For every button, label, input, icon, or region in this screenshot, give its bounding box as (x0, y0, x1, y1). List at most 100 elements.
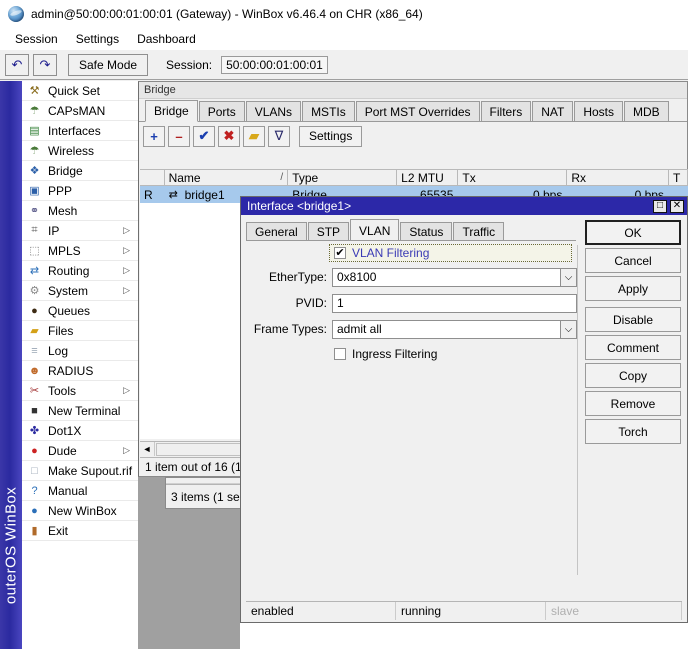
column-header-type[interactable]: Type (288, 170, 398, 185)
minus-icon[interactable]: – (168, 125, 190, 147)
sidebar-item-ip[interactable]: ⌗ IP ▷ (22, 221, 138, 241)
tab-port-mst-overrides[interactable]: Port MST Overrides (355, 101, 480, 121)
dialog-statusbar: enabled running slave (246, 601, 682, 620)
ethertype-dropdown-icon[interactable]: ⌵ (561, 267, 577, 287)
column-header-tx[interactable]: Tx (458, 170, 568, 185)
vlan-filtering-checkbox[interactable]: ✔ (334, 247, 346, 259)
tab-mstis[interactable]: MSTIs (302, 101, 355, 121)
menu-dashboard[interactable]: Dashboard (128, 30, 205, 48)
menu-session[interactable]: Session (6, 30, 67, 48)
tab-label: Filters (489, 104, 523, 119)
undo-arrow-icon[interactable]: ↶ (5, 53, 29, 76)
sidebar-item-dot1x[interactable]: ✤ Dot1X (22, 421, 138, 441)
dialog-tab-general[interactable]: General (246, 222, 307, 241)
frame-types-input[interactable]: admit all (332, 319, 561, 339)
plus-icon[interactable]: + (143, 125, 165, 147)
dialog-tab-label: Status (409, 225, 444, 239)
redo-arrow-icon[interactable]: ↷ (33, 53, 57, 76)
bridge-settings-button[interactable]: Settings (299, 125, 363, 147)
bridge-tabstrip: Bridge Ports VLANs MSTIs Port MST Overrides F… (139, 99, 687, 122)
sidebar-item-bridge[interactable]: ❖ Bridge (22, 161, 138, 181)
session-value-field[interactable]: 50:00:00:01:00:01 (221, 55, 328, 74)
sidebar-item-label: Dude (48, 443, 77, 458)
column-header-l2-mtu[interactable]: L2 MTU (397, 170, 459, 185)
dialog-tab-vlan[interactable]: VLAN (350, 219, 400, 241)
torch-button[interactable]: Torch (585, 419, 681, 444)
sidebar-item-queues[interactable]: ● Queues (22, 301, 138, 321)
tab-bridge[interactable]: Bridge (145, 100, 198, 122)
tab-ports[interactable]: Ports (198, 101, 245, 121)
sidebar-item-wireless[interactable]: ☂ Wireless (22, 141, 138, 161)
sidebar-item-mpls[interactable]: ⬚ MPLS ▷ (22, 241, 138, 261)
column-header-flags[interactable] (140, 170, 165, 185)
comment-folder-icon[interactable]: ▰ (243, 125, 265, 147)
sidebar-item-files[interactable]: ▰ Files (22, 321, 138, 341)
tab-mdb[interactable]: MDB (624, 101, 669, 121)
sidebar-item-tools[interactable]: ✂ Tools ▷ (22, 381, 138, 401)
log-icon: ≡ (31, 344, 38, 357)
column-header-label: L2 MTU (401, 170, 444, 185)
sidebar-item-capsman[interactable]: ☂ CAPsMAN (22, 101, 138, 121)
supout-file-icon: □ (31, 464, 38, 477)
sidebar-item-manual[interactable]: ? Manual (22, 481, 138, 501)
cancel-button[interactable]: Cancel (585, 248, 681, 273)
safe-mode-button[interactable]: Safe Mode (68, 53, 149, 76)
disable-button[interactable]: Disable (585, 307, 681, 332)
ethertype-input[interactable]: 0x8100 (332, 267, 561, 287)
dialog-tab-status[interactable]: Status (400, 222, 453, 241)
tab-nat[interactable]: NAT (532, 101, 574, 121)
check-icon[interactable]: ✔ (193, 125, 215, 147)
dialog-tab-label: STP (316, 225, 341, 239)
sidebar-item-interfaces[interactable]: ▤ Interfaces (22, 121, 138, 141)
sidebar-item-make-supout-rif[interactable]: □ Make Supout.rif (22, 461, 138, 481)
tab-vlans[interactable]: VLANs (245, 101, 302, 121)
vlan-filtering-checkbox-row[interactable]: ✔ VLAN Filtering (329, 244, 572, 262)
ingress-filtering-checkbox[interactable] (334, 347, 346, 360)
sidebar-item-radius[interactable]: ☻ RADIUS (22, 361, 138, 381)
sidebar-item-label: New WinBox (48, 503, 117, 518)
sidebar-item-mesh[interactable]: ⚭ Mesh (22, 201, 138, 221)
sidebar-item-label: Dot1X (48, 423, 82, 438)
maximize-icon[interactable]: □ (653, 199, 667, 213)
scroll-left-arrow-icon[interactable]: ◄ (140, 442, 155, 456)
menu-settings[interactable]: Settings (67, 30, 128, 48)
frame-types-dropdown-icon[interactable]: ⌵ (561, 319, 577, 339)
cross-icon[interactable]: ✖ (218, 125, 240, 147)
dot1x-icon: ✤ (29, 425, 40, 437)
sidebar-item-new-terminal[interactable]: ■ New Terminal (22, 401, 138, 421)
remove-button[interactable]: Remove (585, 391, 681, 416)
quick-set-icon: ⚒ (29, 85, 40, 97)
comment-button[interactable]: Comment (585, 335, 681, 360)
tab-filters[interactable]: Filters (480, 101, 532, 121)
sidebar-item-label: Wireless (48, 143, 95, 158)
ingress-filtering-checkbox-row[interactable]: Ingress Filtering (332, 345, 577, 362)
sidebar-item-ppp[interactable]: ▣ PPP (22, 181, 138, 201)
sidebar-item-log[interactable]: ≡ Log (22, 341, 138, 361)
dialog-tab-traffic[interactable]: Traffic (453, 222, 505, 241)
sidebar-item-new-winbox[interactable]: ● New WinBox (22, 501, 138, 521)
system-gear-icon: ⚙ (29, 285, 40, 297)
filter-funnel-icon[interactable]: ∇ (268, 125, 290, 147)
column-header-rx[interactable]: Rx (567, 170, 669, 185)
sidebar-item-exit[interactable]: ▮ Exit (22, 521, 138, 541)
sidebar-item-quick-set[interactable]: ⚒ Quick Set (22, 81, 138, 101)
dialog-tab-stp[interactable]: STP (307, 222, 350, 241)
column-header-name[interactable]: Name / (165, 170, 289, 185)
sidebar-item-system[interactable]: ⚙ System ▷ (22, 281, 138, 301)
pvid-row: PVID: 1 (246, 293, 577, 313)
button-label: Disable (612, 312, 654, 327)
apply-button[interactable]: Apply (585, 276, 681, 301)
column-header-t[interactable]: T (669, 170, 688, 185)
bridge-icon: ❖ (29, 165, 40, 177)
sidebar-item-routing[interactable]: ⇄ Routing ▷ (22, 261, 138, 281)
column-header-label: Type (292, 170, 319, 185)
sidebar-item-dude[interactable]: ● Dude ▷ (22, 441, 138, 461)
button-label: Remove (610, 396, 656, 411)
tab-hosts[interactable]: Hosts (574, 101, 624, 121)
copy-button[interactable]: Copy (585, 363, 681, 388)
frame-types-label: Frame Types: (253, 322, 327, 336)
ok-button[interactable]: OK (585, 220, 681, 245)
pvid-input[interactable]: 1 (332, 293, 577, 313)
close-icon[interactable]: ✕ (670, 199, 684, 213)
sidebar-item-label: CAPsMAN (48, 103, 106, 118)
